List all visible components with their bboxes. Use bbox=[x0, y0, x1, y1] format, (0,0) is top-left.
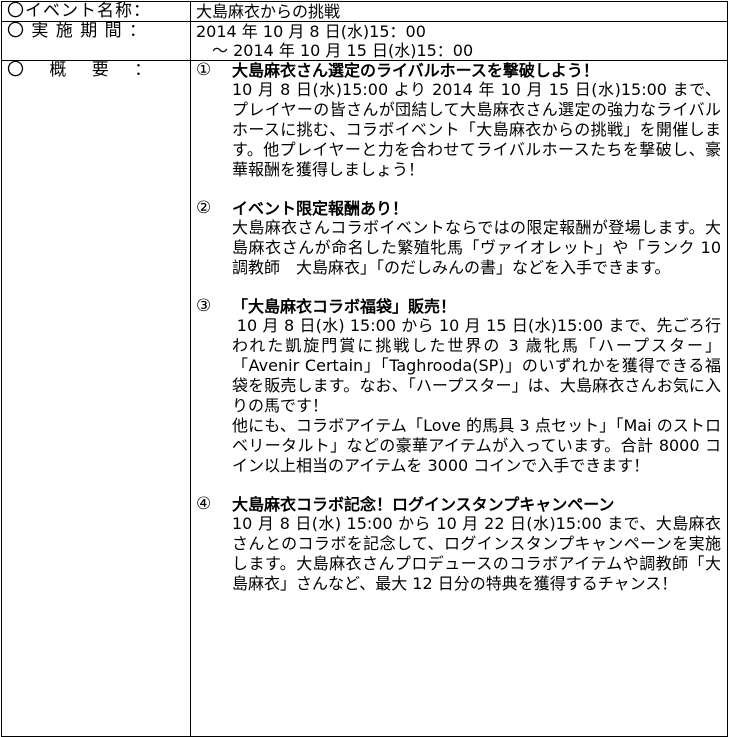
overview-section-3: ③ 「大島麻衣コラボ福袋」販売！ 10 月 8 日(水) 15:00 から 10… bbox=[196, 297, 721, 476]
section-number: ② bbox=[196, 198, 212, 218]
section-title: 大島麻衣コラボ記念！ログインスタンプキャンペーン bbox=[232, 495, 615, 514]
section-number: ④ bbox=[196, 494, 212, 514]
section-paragraph: 10 月 8 日(水) 15:00 から 10 月 22 日(水)15:00 ま… bbox=[232, 514, 721, 593]
overview-section-2: ② イベント限定報酬あり！ 大島麻衣さんコラボイベントならではの限定報酬が登場し… bbox=[196, 199, 721, 278]
event-name-row: 〇イベント名称： 大島麻衣からの挑戦 bbox=[1, 1, 728, 22]
section-paragraph: 大島麻衣さんコラボイベントならではの限定報酬が登場します。大島麻衣さんが命名した… bbox=[232, 218, 721, 277]
period-row: 〇 実 施 期 間 ： 2014 年 10 月 8 日(水)15：00 ～ 20… bbox=[1, 21, 728, 61]
event-name-value: 大島麻衣からの挑戦 bbox=[190, 1, 728, 22]
overview-section-4: ④ 大島麻衣コラボ記念！ログインスタンプキャンペーン 10 月 8 日(水) 1… bbox=[196, 495, 721, 594]
section-title: 「大島麻衣コラボ福袋」販売！ bbox=[232, 297, 457, 316]
section-number: ③ bbox=[196, 296, 212, 316]
period-label: 〇 実 施 期 間 ： bbox=[1, 21, 191, 61]
overview-content: ① 大島麻衣さん選定のライバルホースを撃破しよう！ 10 月 8 日(水)15:… bbox=[190, 60, 728, 737]
period-value: 2014 年 10 月 8 日(水)15：00 ～ 2014 年 10 月 15… bbox=[190, 21, 728, 61]
period-end: ～ 2014 年 10 月 15 日(水)15：00 bbox=[196, 41, 474, 60]
section-title: イベント限定報酬あり！ bbox=[232, 199, 409, 218]
overview-label: 〇 概 要 ： bbox=[1, 60, 191, 737]
overview-section-1: ① 大島麻衣さん選定のライバルホースを撃破しよう！ 10 月 8 日(水)15:… bbox=[196, 61, 721, 180]
section-number: ① bbox=[196, 60, 212, 80]
section-title: 大島麻衣さん選定のライバルホースを撃破しよう！ bbox=[232, 61, 599, 80]
section-paragraph: 10 月 8 日(水) 15:00 から 10 月 15 日(水)15:00 ま… bbox=[232, 316, 721, 415]
period-start: 2014 年 10 月 8 日(水)15：00 bbox=[196, 22, 426, 41]
section-paragraph: 10 月 8 日(水)15:00 より 2014 年 10 月 15 日(水)1… bbox=[232, 80, 721, 179]
section-paragraph: 他にも、コラボアイテム「Love 的馬具 3 点セット」「Mai のストロベリー… bbox=[232, 416, 721, 475]
event-info-table: 〇イベント名称： 大島麻衣からの挑戦 〇 実 施 期 間 ： 2014 年 10… bbox=[1, 1, 728, 737]
overview-row: 〇 概 要 ： ① 大島麻衣さん選定のライバルホースを撃破しよう！ 10 月 8… bbox=[1, 60, 728, 737]
event-name-label: 〇イベント名称： bbox=[1, 1, 191, 22]
